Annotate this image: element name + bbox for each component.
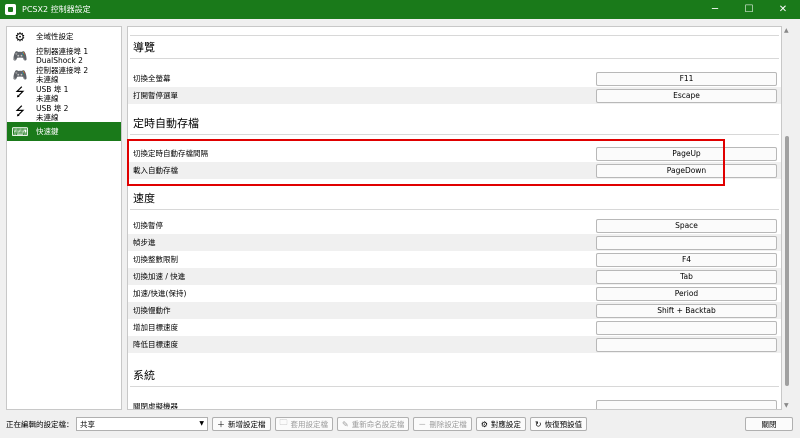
app-icon <box>5 4 16 15</box>
sidebar-item-global-settings[interactable]: ⚙ 全域性設定 <box>7 27 121 46</box>
hotkey-row: 增加目標速度 <box>128 319 781 336</box>
sidebar-item-sublabel: 未連線 <box>36 112 59 122</box>
hotkey-binding-button[interactable]: Period <box>596 286 777 301</box>
scrollbar-thumb[interactable] <box>785 136 789 386</box>
sidebar-item-usb-port-1[interactable]: ⭍ USB 埠 1 未連線 <box>7 84 121 103</box>
hotkey-binding-button[interactable]: Tab <box>596 269 777 284</box>
bottom-toolbar: 正在編輯的設定檔： 共享 ▼ ＋ 新增設定檔 🗀 套用設定檔 ✎ 重新命名設定檔… <box>0 414 800 434</box>
hotkey-row: 切換加速 / 快進 Tab <box>128 268 781 285</box>
hotkey-row: 切換暫停 Space <box>128 217 781 234</box>
section-title-navigation: 導覽 <box>133 41 155 54</box>
sidebar-item-label: USB 埠 2 <box>36 103 69 113</box>
hotkey-binding-button[interactable]: PageDown <box>596 163 777 178</box>
hotkey-binding-button[interactable]: Shift + Backtab <box>596 303 777 318</box>
minus-icon: － <box>418 419 427 429</box>
hotkey-row: 關閉虛擬機器 <box>128 398 781 410</box>
hotkey-row: 載入自動存檔 PageDown <box>128 162 781 179</box>
close-window-button[interactable]: ✕ <box>766 0 800 19</box>
sidebar-item-sublabel: 未連線 <box>36 74 59 84</box>
gamepad-icon: 🎮 <box>12 48 28 63</box>
keyboard-icon: ⌨ <box>11 124 29 139</box>
sidebar-item-label: USB 埠 1 <box>36 84 69 94</box>
scroll-up-arrow-icon[interactable]: ▲ <box>784 27 789 34</box>
new-profile-button[interactable]: ＋ 新增設定檔 <box>212 417 271 431</box>
hotkey-row: 切換慢動作 Shift + Backtab <box>128 302 781 319</box>
hotkey-row: 加速/快進(保持) Period <box>128 285 781 302</box>
title-bar: PCSX2 控制器設定 ─ ☐ ✕ <box>0 0 800 19</box>
sidebar-item-controller-port-2[interactable]: 🎮 控制器連接埠 2 未連線 <box>7 65 121 84</box>
mapping-settings-button[interactable]: ⚙ 對應設定 <box>475 417 526 431</box>
hotkey-label: 加速/快進(保持) <box>133 289 187 298</box>
hotkey-binding-button[interactable] <box>596 320 777 335</box>
sidebar-item-controller-port-1[interactable]: 🎮 控制器連接埠 1 DualShock 2 <box>7 46 121 65</box>
sidebar-item-usb-port-2[interactable]: ⭍ USB 埠 2 未連線 <box>7 103 121 122</box>
folder-icon: 🗀 <box>279 418 288 427</box>
hotkey-row: 幀步進 <box>128 234 781 251</box>
hotkey-list: 導覽 切換全螢幕 F11 打開暫停選單 Escape 定時自動存檔 切換定時自動… <box>127 26 782 410</box>
hotkey-label: 切換慢動作 <box>133 306 171 315</box>
chevron-down-icon: ▼ <box>199 420 204 427</box>
hotkey-row: 打開暫停選單 Escape <box>128 87 781 104</box>
hotkey-binding-button[interactable]: PageUp <box>596 146 777 161</box>
hotkey-label: 增加目標速度 <box>133 323 178 332</box>
hotkey-binding-button[interactable]: Escape <box>596 88 777 103</box>
sidebar-item-label: 快速鍵 <box>36 127 59 136</box>
hotkey-label: 關閉虛擬機器 <box>133 402 178 410</box>
profile-select-value: 共享 <box>80 419 95 429</box>
hotkey-label: 降低目標速度 <box>133 340 178 349</box>
gear-icon: ⚙ <box>14 29 26 44</box>
hotkey-binding-button[interactable]: F4 <box>596 252 777 267</box>
sidebar-item-label: 全域性設定 <box>36 32 74 41</box>
apply-profile-button[interactable]: 🗀 套用設定檔 <box>274 417 333 431</box>
profile-select[interactable]: 共享 ▼ <box>76 417 208 431</box>
plus-icon: ＋ <box>217 419 225 429</box>
minimize-button[interactable]: ─ <box>698 0 732 19</box>
window-title: PCSX2 控制器設定 <box>22 5 91 14</box>
section-title-system: 系統 <box>133 369 155 382</box>
editing-profile-label: 正在編輯的設定檔： <box>6 419 74 429</box>
hotkey-label: 打開暫停選單 <box>133 91 178 100</box>
hotkey-binding-button[interactable] <box>596 337 777 352</box>
hotkey-row: 切換定時自動存檔間隔 PageUp <box>128 145 781 162</box>
rename-profile-button[interactable]: ✎ 重新命名設定檔 <box>337 417 410 431</box>
hotkey-label: 切換加速 / 快進 <box>133 272 186 281</box>
hotkey-row: 切換整數限制 F4 <box>128 251 781 268</box>
sidebar-item-sublabel: DualShock 2 <box>36 55 83 65</box>
section-title-autosave: 定時自動存檔 <box>133 117 199 130</box>
maximize-button[interactable]: ☐ <box>732 0 766 19</box>
sidebar: ⚙ 全域性設定 🎮 控制器連接埠 1 DualShock 2 🎮 控制器連接埠 2… <box>6 26 122 410</box>
gamepad-disconnected-icon: 🎮 <box>12 67 28 82</box>
sidebar-item-label: 控制器連接埠 1 <box>36 46 89 56</box>
sidebar-item-label: 控制器連接埠 2 <box>36 65 89 75</box>
hotkey-binding-button[interactable] <box>596 399 777 409</box>
usb-icon: ⭍ <box>15 104 25 118</box>
sidebar-item-hotkeys[interactable]: ⌨ 快速鍵 <box>7 122 121 141</box>
hotkey-binding-button[interactable]: Space <box>596 218 777 233</box>
refresh-icon: ↻ <box>534 419 542 429</box>
hotkey-label: 載入自動存檔 <box>133 166 178 175</box>
pencil-icon: ✎ <box>342 419 349 429</box>
sidebar-item-sublabel: 未連線 <box>36 93 59 103</box>
hotkey-label: 切換暫停 <box>133 221 163 230</box>
hotkey-binding-button[interactable]: F11 <box>596 71 777 86</box>
hotkey-row: 切換全螢幕 F11 <box>128 70 781 87</box>
delete-profile-button[interactable]: － 刪除設定檔 <box>413 417 472 431</box>
usb-icon: ⭍ <box>15 85 25 99</box>
close-button[interactable]: 關閉 <box>745 417 793 431</box>
vertical-scrollbar[interactable]: ▲ ▼ <box>782 26 792 410</box>
scroll-down-arrow-icon[interactable]: ▼ <box>784 402 789 409</box>
hotkey-label: 切換全螢幕 <box>133 74 171 83</box>
section-title-speed: 速度 <box>133 192 155 205</box>
hotkey-binding-button[interactable] <box>596 235 777 250</box>
gear-icon: ⚙ <box>480 419 488 429</box>
hotkey-label: 切換整數限制 <box>133 255 178 264</box>
hotkey-label: 幀步進 <box>133 238 156 247</box>
restore-defaults-button[interactable]: ↻ 恢復預設值 <box>529 417 588 431</box>
hotkey-label: 切換定時自動存檔間隔 <box>133 149 208 158</box>
hotkey-row: 降低目標速度 <box>128 336 781 353</box>
